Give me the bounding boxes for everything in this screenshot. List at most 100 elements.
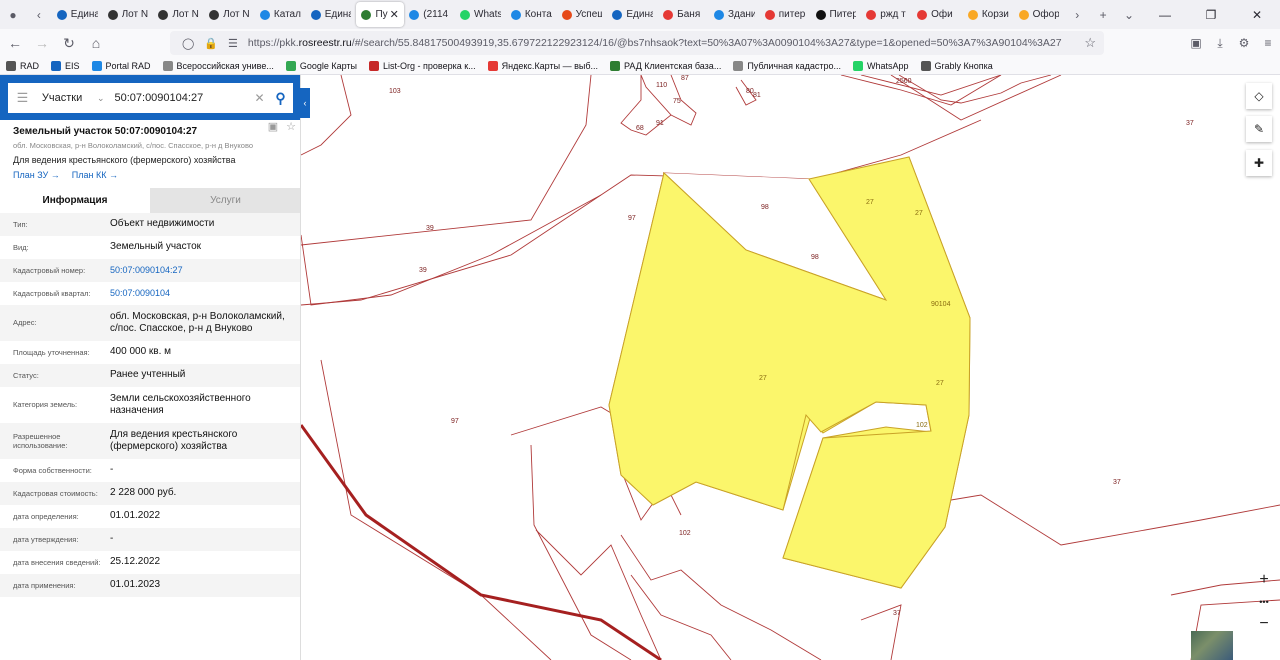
- firefox-view-icon[interactable]: ●: [0, 0, 26, 29]
- layers-icon[interactable]: ◇: [1246, 83, 1272, 109]
- browser-tab[interactable]: Питер воспл: [811, 2, 862, 27]
- bookmark-item[interactable]: РАД Клиентская база...: [604, 60, 727, 71]
- basemap-switcher-thumbnail[interactable]: [1191, 631, 1233, 660]
- pocket-icon[interactable]: ▣: [1184, 36, 1208, 50]
- bookmark-label: Grably Кнопка: [934, 60, 993, 71]
- tab-label: Едина: [626, 9, 654, 20]
- attribute-value: -: [110, 464, 114, 476]
- tabs-scroll-right-icon[interactable]: ›: [1064, 0, 1090, 29]
- info-tabs: Информация Услуги: [0, 188, 300, 213]
- tab-label: Корзи: [981, 9, 1009, 20]
- collapse-panel-icon[interactable]: ‹: [300, 88, 310, 118]
- bookmark-item[interactable]: Яндекс.Карты — выб...: [482, 60, 604, 71]
- tab-services[interactable]: Услуги: [150, 188, 300, 213]
- bookmark-item[interactable]: Portal RAD: [86, 60, 157, 71]
- browser-tab[interactable]: Офи: [912, 2, 963, 27]
- plan-kk-link[interactable]: План КК →: [72, 170, 118, 180]
- close-window-icon[interactable]: ✕: [1234, 8, 1280, 22]
- bookmark-item[interactable]: RAD: [0, 60, 45, 71]
- attribute-label: дата утверждения:: [13, 534, 79, 544]
- search-icon[interactable]: ⚲: [268, 90, 293, 107]
- attribute-row: Кадастровый номер: 50:07:0090104:27: [0, 259, 300, 282]
- browser-tab[interactable]: Здани: [709, 2, 760, 27]
- list-tabs-icon[interactable]: ⌄: [1116, 0, 1142, 29]
- bookmark-star-icon[interactable]: ☆: [1084, 35, 1096, 51]
- zoom-to-parcel-icon[interactable]: ▣: [268, 120, 278, 133]
- forward-icon[interactable]: →: [30, 31, 54, 55]
- tab-information[interactable]: Информация: [0, 188, 150, 213]
- attribute-value: 25.12.2022: [110, 556, 161, 568]
- search-input[interactable]: [114, 92, 255, 104]
- bookmark-item[interactable]: Google Карты: [280, 60, 363, 71]
- clear-search-icon[interactable]: ✕: [254, 91, 267, 105]
- tab-label: Катал: [273, 9, 301, 20]
- menu-icon[interactable]: ≡: [1256, 36, 1280, 50]
- browser-tab[interactable]: Whats: [455, 2, 506, 27]
- browser-tab[interactable]: Офор: [1014, 2, 1065, 27]
- attribute-row: дата внесения сведений: 25.12.2022: [0, 551, 300, 574]
- home-icon[interactable]: ⌂: [84, 31, 108, 55]
- browser-tab[interactable]: ржд т: [861, 2, 912, 27]
- bookmark-item[interactable]: Всероссийская униве...: [157, 60, 280, 71]
- address-bar[interactable]: ◯ 🔒 ☰ https://pkk.rosreestr.ru/#/search/…: [170, 31, 1104, 55]
- new-tab-icon[interactable]: +: [1090, 0, 1116, 29]
- browser-tab[interactable]: Конта: [506, 2, 557, 27]
- favorite-star-icon[interactable]: ☆: [286, 120, 296, 133]
- ruler-icon[interactable]: ✎: [1246, 116, 1272, 142]
- browser-tab[interactable]: Едина: [607, 2, 658, 27]
- browser-tab[interactable]: Корзи: [963, 2, 1014, 27]
- browser-tab[interactable]: Едина: [52, 2, 103, 27]
- parcel-title: Земельный участок 50:07:0090104:27: [13, 126, 198, 137]
- browser-tab[interactable]: Лот N: [204, 2, 255, 27]
- downloads-icon[interactable]: ⤓: [1208, 36, 1232, 51]
- permissions-icon[interactable]: ☰: [228, 37, 238, 50]
- reload-icon[interactable]: ↻: [57, 31, 81, 55]
- tabs-scroll-left-icon[interactable]: ‹: [26, 0, 52, 29]
- browser-tab[interactable]: (2114: [404, 2, 455, 27]
- browser-tab[interactable]: питер: [760, 2, 811, 27]
- zoom-in-button[interactable]: +: [1251, 571, 1277, 589]
- bookmark-label: Публичная кадастро...: [747, 60, 841, 71]
- attribute-value: 2 228 000 руб.: [110, 487, 177, 499]
- bookmark-item[interactable]: Публичная кадастро...: [727, 60, 847, 71]
- bookmark-label: Portal RAD: [105, 60, 151, 71]
- browser-tab[interactable]: Баня: [658, 2, 709, 27]
- browser-tab[interactable]: Едина: [306, 2, 357, 27]
- restore-window-icon[interactable]: ❐: [1188, 8, 1234, 22]
- map-label: 39: [426, 225, 434, 232]
- zoom-out-button[interactable]: −: [1251, 615, 1277, 633]
- minimize-window-icon[interactable]: —: [1142, 8, 1188, 22]
- browser-tab[interactable]: Лот N: [153, 2, 204, 27]
- bookmark-item[interactable]: List-Org - проверка к...: [363, 60, 482, 71]
- zoom-more-button[interactable]: •••: [1251, 597, 1277, 607]
- tab-label: Едина: [70, 9, 98, 20]
- attribute-row: Статус: Ранее учтенный: [0, 364, 300, 387]
- search-category-select[interactable]: Участки ⌄: [37, 92, 105, 104]
- plan-zu-link[interactable]: План ЗУ →: [13, 170, 60, 180]
- browser-tab[interactable]: Лот N: [103, 2, 154, 27]
- attribute-link[interactable]: 50:07:0090104: [110, 288, 295, 299]
- lock-icon[interactable]: 🔒: [204, 37, 218, 50]
- browser-tab[interactable]: Катал: [255, 2, 306, 27]
- extensions-icon[interactable]: ⚙: [1232, 36, 1256, 50]
- attribute-label: дата применения:: [13, 580, 76, 590]
- tab-favicon-icon: [713, 9, 724, 20]
- bookmark-label: WhatsApp: [867, 60, 909, 71]
- bookmark-item[interactable]: EIS: [45, 60, 86, 71]
- tracking-protection-icon[interactable]: ◯: [182, 37, 194, 50]
- bookmark-item[interactable]: WhatsApp: [847, 60, 915, 71]
- map-canvas[interactable]: 1038711075808125603768919798982727393990…: [301, 75, 1280, 660]
- url-text[interactable]: https://pkk.rosreestr.ru/#/search/55.848…: [248, 37, 1062, 49]
- locate-icon[interactable]: ✚: [1246, 150, 1272, 176]
- cadastral-map[interactable]: 103 87 110 75 80 81 2560 37 68 91 97 98 98 27 27 39 39 90…: [301, 75, 1280, 660]
- tab-label: (2114: [423, 9, 449, 20]
- parcel-usage: Для ведения крестьянского (фермерского) …: [13, 155, 236, 165]
- attribute-link[interactable]: 50:07:0090104:27: [110, 265, 295, 276]
- close-tab-icon[interactable]: ✕: [390, 8, 399, 21]
- bookmark-item[interactable]: Grably Кнопка: [915, 60, 999, 71]
- back-icon[interactable]: ←: [3, 31, 27, 55]
- browser-tab[interactable]: Пу ✕: [356, 2, 405, 27]
- browser-tab[interactable]: Успеш: [557, 2, 608, 27]
- attribute-label: Тип:: [13, 219, 28, 229]
- hamburger-menu-icon[interactable]: ☰: [8, 90, 37, 106]
